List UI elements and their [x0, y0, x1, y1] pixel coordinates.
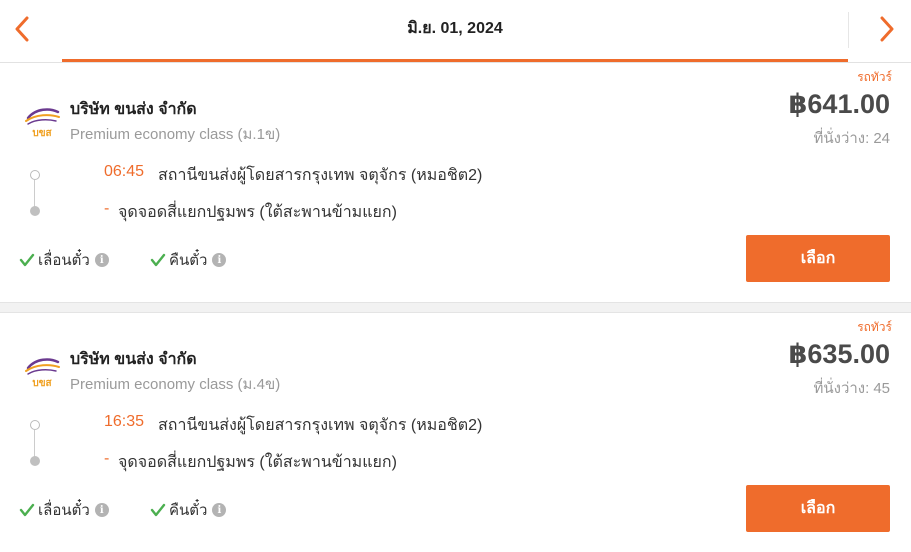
- select-trip-button[interactable]: เลือก: [746, 235, 890, 282]
- svg-text:บขส: บขส: [32, 378, 52, 388]
- company-name: บริษัท ขนส่ง จำกัด: [70, 351, 197, 368]
- departure-station: สถานีขนส่งผู้โดยสารกรุงเทพ จตุจักร (หมอช…: [158, 167, 483, 184]
- bus-class: Premium economy class (ม.1ข): [70, 126, 281, 143]
- departure-station: สถานีขนส่งผู้โดยสารกรุงเทพ จตุจักร (หมอช…: [158, 417, 483, 434]
- arrival-time: -: [104, 450, 110, 467]
- departure-dot: [30, 420, 40, 430]
- route-timeline: [29, 170, 41, 216]
- arrival-station: จุดจอดสี่แยกปฐมพร (ใต้สะพานข้ามแยก): [118, 454, 397, 471]
- feature-label: คืนตั๋ว: [169, 252, 208, 269]
- ticket-price: ฿641.00: [788, 89, 890, 119]
- chevron-left-icon: [15, 16, 29, 42]
- select-trip-button[interactable]: เลือก: [746, 485, 890, 532]
- departure-time: 06:45: [104, 163, 145, 180]
- seats-count: 24: [873, 130, 890, 147]
- feature-refund: คืนตั๋ว i: [150, 248, 227, 272]
- seats-label: ที่นั่งว่าง:: [813, 380, 870, 397]
- nav-divider: [848, 12, 849, 48]
- route-timeline: [29, 420, 41, 466]
- arrival-station: จุดจอดสี่แยกปฐมพร (ใต้สะพานข้ามแยก): [118, 204, 397, 221]
- info-icon[interactable]: i: [94, 503, 109, 517]
- trip-card[interactable]: รถทัวร์ บขส บริษัท ขนส่ง จำกัด Premium e…: [0, 63, 911, 303]
- check-icon: [150, 253, 166, 267]
- bus-type-tag: รถทัวร์: [857, 70, 892, 84]
- route-line: [34, 430, 35, 457]
- check-icon: [150, 503, 166, 517]
- feature-label: เลื่อนตั๋ว: [38, 252, 90, 269]
- departure-time: 16:35: [104, 413, 145, 430]
- bus-type-tag: รถทัวร์: [857, 320, 892, 334]
- selected-date: มิ.ย. 01, 2024: [407, 20, 503, 37]
- next-date-button[interactable]: [867, 12, 907, 46]
- arrival-dot: [30, 456, 40, 466]
- arrival-dot: [30, 206, 40, 216]
- feature-label: เลื่อนตั๋ว: [38, 502, 90, 519]
- seats-count: 45: [873, 380, 890, 397]
- company-logo-icon: บขส: [25, 358, 60, 388]
- chevron-right-icon: [880, 16, 894, 42]
- check-icon: [19, 253, 35, 267]
- available-seats: ที่นั่งว่าง: 45: [814, 376, 891, 400]
- company-name: บริษัท ขนส่ง จำกัด: [70, 101, 197, 118]
- bus-class: Premium economy class (ม.4ข): [70, 376, 281, 393]
- available-seats: ที่นั่งว่าง: 24: [814, 126, 891, 150]
- arrival-time: -: [104, 200, 110, 217]
- company-logo-icon: บขส: [25, 108, 60, 138]
- trip-card[interactable]: รถทัวร์ บขส บริษัท ขนส่ง จำกัด Premium e…: [0, 313, 911, 552]
- previous-date-button[interactable]: [2, 12, 42, 46]
- info-icon[interactable]: i: [94, 253, 109, 267]
- card-separator: [0, 302, 911, 313]
- svg-text:บขส: บขส: [32, 128, 52, 138]
- seats-label: ที่นั่งว่าง:: [813, 130, 870, 147]
- route-line: [34, 180, 35, 207]
- date-navigation-bar: มิ.ย. 01, 2024: [0, 0, 911, 62]
- info-icon[interactable]: i: [212, 503, 227, 517]
- info-icon[interactable]: i: [212, 253, 227, 267]
- ticket-price: ฿635.00: [788, 339, 890, 369]
- feature-reschedule: เลื่อนตั๋ว i: [19, 248, 109, 272]
- feature-refund: คืนตั๋ว i: [150, 498, 227, 522]
- feature-reschedule: เลื่อนตั๋ว i: [19, 498, 109, 522]
- check-icon: [19, 503, 35, 517]
- departure-dot: [30, 170, 40, 180]
- feature-label: คืนตั๋ว: [169, 502, 208, 519]
